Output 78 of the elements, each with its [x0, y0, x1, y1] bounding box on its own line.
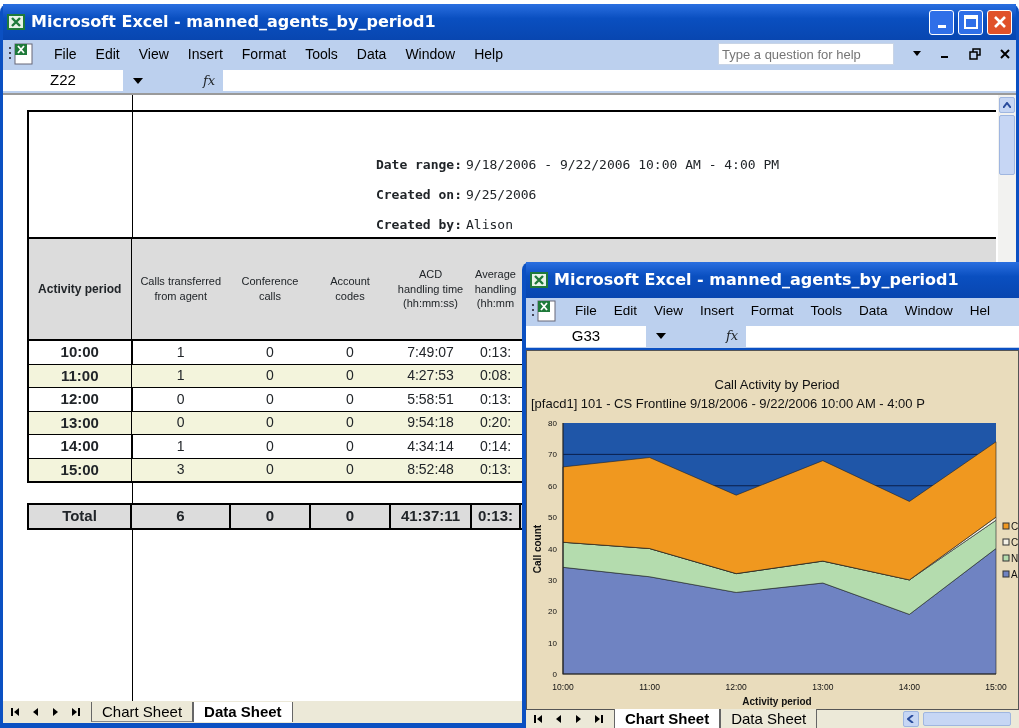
table-cell: 0 [310, 411, 390, 435]
table-cell: 0 [310, 434, 390, 458]
axis-label: 14:00 [898, 682, 921, 692]
total-cell: 0 [230, 504, 310, 529]
legend-label: N [1011, 553, 1019, 564]
report-label: Created on: [374, 186, 463, 205]
table-cell: 0:13: [471, 387, 520, 411]
table-cell: 13:00 [28, 411, 131, 435]
legend-label: C [1011, 537, 1019, 548]
axis-label: 13:00 [812, 682, 834, 692]
column-header: Calls transferred from agent [131, 238, 230, 340]
table-cell: 0 [131, 387, 230, 411]
report-value: Alison [466, 215, 514, 234]
table-cell: 0 [131, 411, 230, 435]
column-header: ACD handling time (hh:mm:ss) [390, 238, 471, 340]
axis-label: 70 [548, 450, 557, 460]
table-cell: 7:49:07 [390, 340, 471, 364]
axis-label: 50 [548, 513, 557, 523]
report-value: 9/25/2006 [466, 186, 538, 205]
formula-label: fx [203, 71, 217, 90]
total-cell: 6 [131, 504, 230, 529]
table-cell: 1 [131, 364, 230, 388]
column-header: Activity period [28, 238, 131, 340]
axis-label: 20 [548, 607, 557, 617]
window-title: Microsoft Excel - manned_agents_by_period1 [554, 269, 959, 291]
window-title: Microsoft Excel - manned_agents_by_period1 [31, 11, 436, 33]
table-cell: 0 [310, 387, 390, 411]
table-cell: 0 [230, 434, 310, 458]
axis-title: Activity period [742, 696, 812, 707]
report-label: Date range: [374, 156, 463, 175]
table-cell: 0:20: [471, 411, 520, 435]
axis-label: 40 [548, 544, 557, 554]
table-cell: 0 [230, 340, 310, 364]
total-cell: 41:37:11 [390, 504, 471, 529]
table-cell: 0:08: [471, 364, 520, 388]
chart-subtitle: [pfacd1] 101 - CS Frontline 9/18/2006 - 9/22/2006 10:00 AM - 4:00 P [531, 396, 925, 411]
axis-title: Call count [532, 524, 543, 574]
axis-label: 10 [548, 638, 557, 648]
table-cell: 5:58:51 [390, 387, 471, 411]
table-cell: 0 [230, 364, 310, 388]
table-cell: 1 [131, 340, 230, 364]
report-label: Created by: [374, 215, 463, 234]
total-cell: 0 [310, 504, 390, 529]
table-cell: 0 [310, 458, 390, 482]
formula-label: fx [726, 327, 740, 346]
table-cell: 8:52:48 [390, 458, 471, 482]
table-cell: 0 [230, 387, 310, 411]
column-header: Account codes [310, 238, 390, 340]
column-header: Conference calls [230, 238, 310, 340]
table-cell: 3 [131, 458, 230, 482]
axis-label: 10:00 [552, 682, 574, 692]
axis-label: 11:00 [639, 682, 660, 692]
table-cell: 0:13: [471, 340, 520, 364]
axis-label: 60 [548, 481, 557, 491]
axis-label: 30 [548, 575, 557, 585]
axis-label: 80 [548, 419, 557, 428]
table-cell: 0:14: [471, 434, 520, 458]
table-cell: 0 [230, 458, 310, 482]
column-header: Average handling (hh:mm [471, 238, 520, 340]
report-value: 9/18/2006 - 9/22/2006 10:00 AM - 4:00 PM [466, 156, 781, 175]
table-cell: 15:00 [28, 458, 131, 482]
table-cell: 0 [310, 340, 390, 364]
table-cell: 1 [131, 434, 230, 458]
axis-label: 12:00 [725, 682, 747, 692]
table-cell: 0:13: [471, 458, 520, 482]
axis-label: 15:00 [985, 682, 1007, 692]
table-cell: 0 [230, 411, 310, 435]
legend-label: A [1011, 569, 1018, 580]
table-cell: 4:27:53 [390, 364, 471, 388]
table-cell: 0 [310, 364, 390, 388]
table-cell: 11:00 [28, 364, 131, 388]
table-cell: 4:34:14 [390, 434, 471, 458]
chart-title: Call Activity by Period [714, 377, 840, 392]
legend-label: C [1011, 521, 1019, 532]
total-cell: Total [28, 504, 131, 529]
table-cell: 9:54:18 [390, 411, 471, 435]
total-cell: 0:13: [471, 504, 520, 529]
axis-label: 0 [552, 670, 557, 679]
